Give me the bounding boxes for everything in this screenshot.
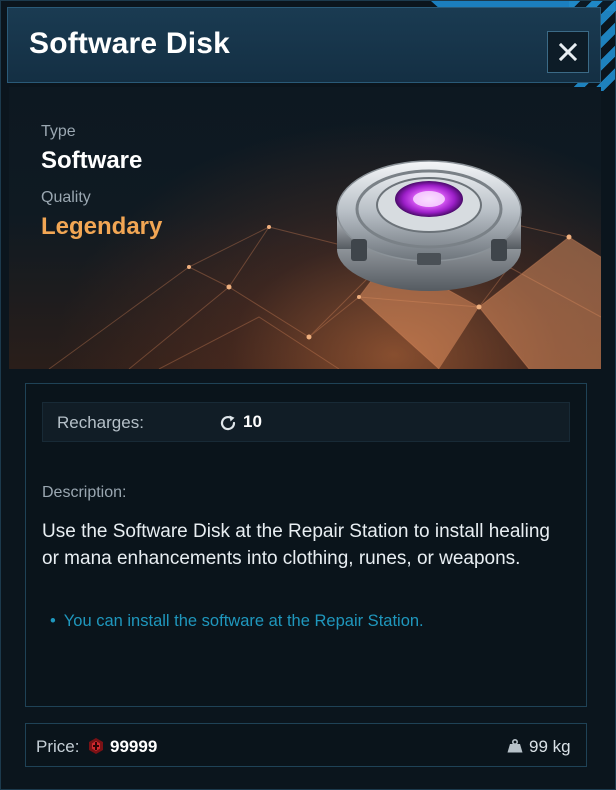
close-button[interactable] [547, 31, 589, 73]
description-label: Description: [42, 484, 127, 501]
recharges-value: 10 [243, 412, 262, 431]
weight-icon [507, 739, 523, 753]
description-bullet: • You can install the software at the Rep… [50, 612, 424, 631]
item-hero-panel: Type Software Quality Legendary [9, 87, 601, 369]
item-tooltip-window: Software Disk Type Software Quality Lege… [0, 0, 616, 790]
type-label: Type [41, 123, 76, 140]
description-text: Use the Software Disk at the Repair Stat… [42, 521, 550, 569]
price-value: 99999 [110, 737, 158, 756]
software-disk-icon [336, 160, 522, 291]
quality-label: Quality [41, 189, 91, 206]
item-footer: Price: 99999 99 kg [25, 723, 587, 767]
refresh-icon [220, 415, 236, 431]
quality-value: Legendary [41, 213, 163, 240]
bullet-dot-icon: • [50, 612, 56, 630]
recharges-label: Recharges: [57, 413, 144, 432]
type-value: Software [41, 147, 143, 174]
bullet-text: You can install the software at the Repa… [63, 612, 424, 630]
window-title: Software Disk [29, 27, 230, 60]
price-label: Price: [36, 737, 80, 756]
recharges-row: Recharges: 10 [42, 402, 570, 442]
currency-icon [89, 738, 103, 754]
close-icon [559, 43, 577, 61]
details-panel: Recharges: 10 Description: Use the Softw… [25, 383, 587, 707]
weight-value: 99 kg [529, 737, 571, 756]
